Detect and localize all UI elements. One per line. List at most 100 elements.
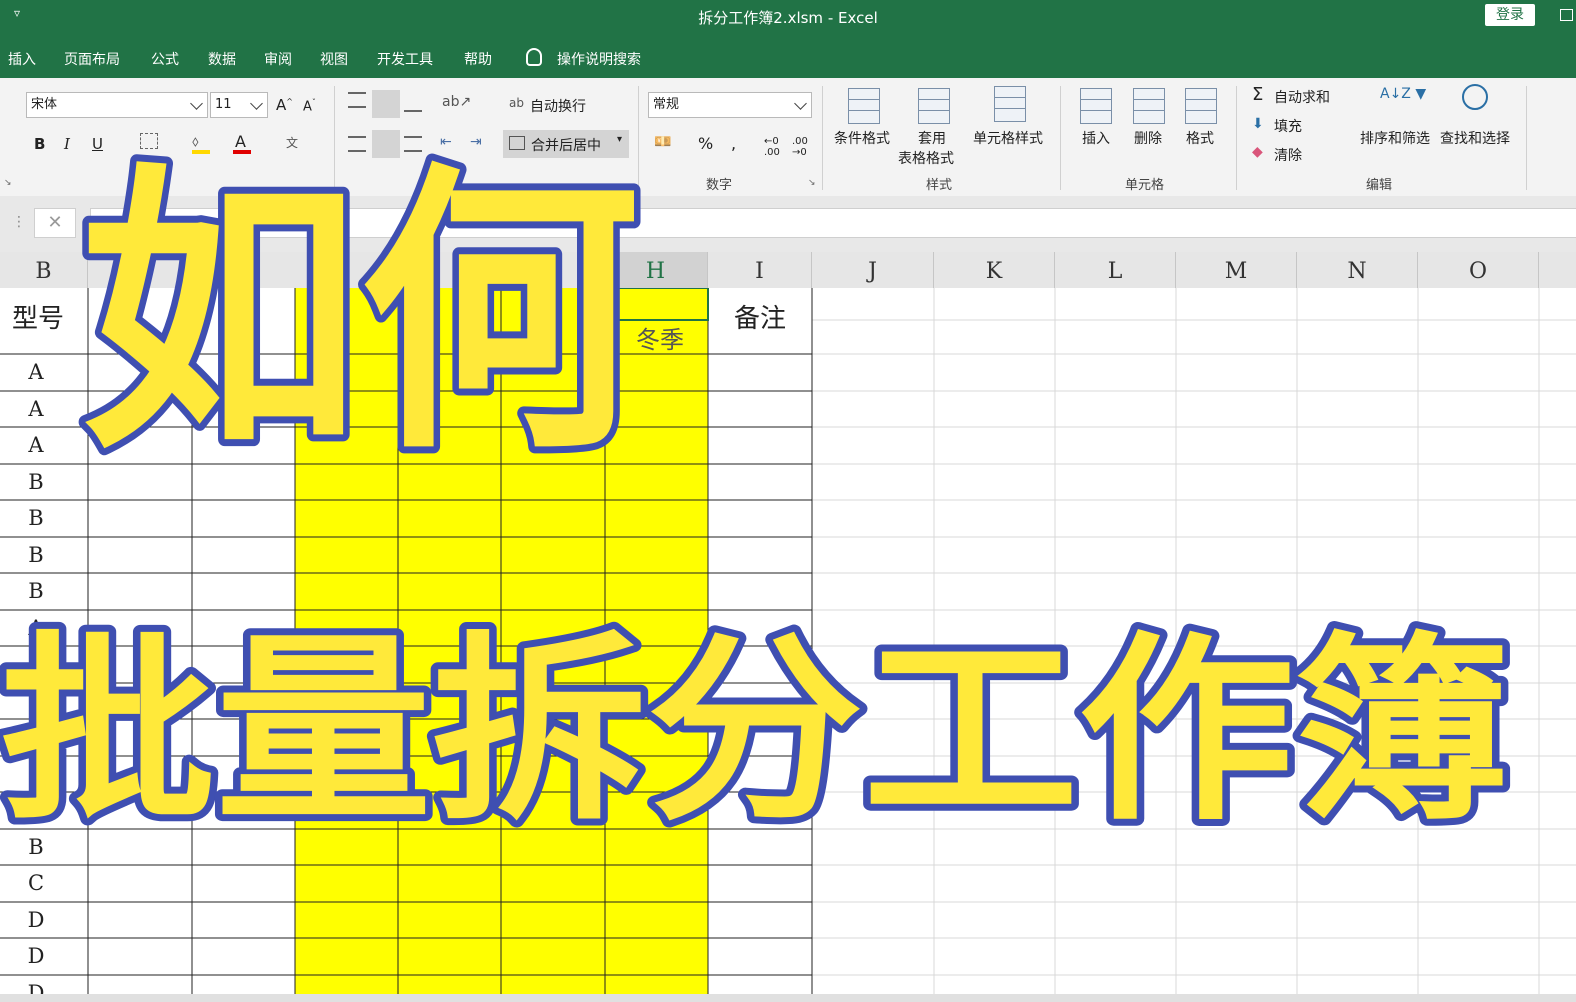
wrap-text-button[interactable]: 自动换行 xyxy=(530,96,586,116)
autosum-icon: Σ xyxy=(1252,84,1264,105)
delete-cells-button[interactable]: 删除 xyxy=(1134,128,1162,148)
column-header-l[interactable]: L xyxy=(1055,252,1176,288)
shrink-font-icon[interactable]: Aˇ xyxy=(303,98,316,114)
cell-gridlines xyxy=(0,288,1576,994)
restore-window-icon[interactable] xyxy=(1560,9,1573,21)
align-middle-icon[interactable] xyxy=(372,90,400,118)
lightbulb-icon xyxy=(526,48,542,66)
find-select-button[interactable]: 查找和选择 xyxy=(1440,128,1510,148)
italic-icon[interactable]: I xyxy=(64,135,70,153)
model-cell[interactable]: D xyxy=(0,908,72,932)
conditional-format-button[interactable]: 条件格式 xyxy=(834,128,890,148)
conditional-format-icon xyxy=(848,88,880,124)
model-cell[interactable]: B xyxy=(0,470,72,494)
format-as-table-button-line1[interactable]: 套用 xyxy=(918,128,946,148)
model-cell[interactable]: D xyxy=(0,981,72,995)
sheet-tabs-bar xyxy=(0,994,1576,1002)
model-cell[interactable]: B xyxy=(0,579,72,603)
model-cell[interactable]: A xyxy=(0,616,72,640)
fill-color-icon[interactable]: ⬨ xyxy=(192,132,199,150)
ribbon-tabs: 插入 页面布局 公式 数据 审阅 视图 开发工具 帮助 操作说明搜索 xyxy=(0,34,1576,78)
header-cell-model[interactable]: 型号 xyxy=(0,298,76,335)
grow-font-icon[interactable]: A^ xyxy=(276,96,293,114)
decrease-indent-icon[interactable]: ⇤ xyxy=(440,134,452,150)
model-cell[interactable]: B xyxy=(0,835,72,859)
tab-insert[interactable]: 插入 xyxy=(8,49,36,69)
column-header-i[interactable]: I xyxy=(708,252,812,288)
header-cell-winter[interactable]: 冬季 xyxy=(620,320,700,355)
underline-icon[interactable]: U xyxy=(92,135,103,153)
model-cell[interactable]: A xyxy=(0,433,72,457)
bold-icon[interactable]: B xyxy=(34,135,45,153)
align-center-icon[interactable] xyxy=(372,130,400,158)
font-size-select[interactable]: 11 xyxy=(210,92,268,118)
font-name-value: 宋体 xyxy=(31,97,58,112)
cancel-entry-button[interactable]: ✕ xyxy=(34,208,76,238)
column-header-b[interactable]: B xyxy=(0,252,88,288)
format-cells-button[interactable]: 格式 xyxy=(1186,128,1214,148)
number-format-select[interactable]: 常规 xyxy=(648,92,812,118)
model-cell[interactable]: B xyxy=(0,506,72,530)
eraser-icon: ◆ xyxy=(1252,144,1263,160)
align-right-icon[interactable] xyxy=(404,136,422,152)
column-header-h[interactable]: H xyxy=(604,252,708,288)
group-label-editing: 编辑 xyxy=(1366,178,1393,193)
tab-page-layout[interactable]: 页面布局 xyxy=(64,49,120,69)
align-bottom-icon[interactable] xyxy=(404,100,422,112)
align-left-icon[interactable] xyxy=(348,136,366,152)
model-cell[interactable]: C xyxy=(0,871,72,895)
column-header-j[interactable]: J xyxy=(812,252,934,288)
tab-formulas[interactable]: 公式 xyxy=(151,49,179,69)
phonetic-icon[interactable]: 文 xyxy=(286,134,298,151)
tab-review[interactable]: 审阅 xyxy=(264,49,292,69)
tell-me-search[interactable]: 操作说明搜索 xyxy=(557,49,641,69)
insert-cells-icon xyxy=(1080,88,1112,124)
accounting-format-icon[interactable]: 💴 xyxy=(654,134,671,150)
decrease-decimal-icon[interactable]: .00 →0 xyxy=(792,136,808,158)
clear-button[interactable]: 清除 xyxy=(1274,145,1302,165)
model-cell[interactable]: A xyxy=(0,360,72,384)
model-cell[interactable]: D xyxy=(0,944,72,968)
column-headers: B H I J K L M N O xyxy=(0,252,1576,289)
format-as-table-button-line2[interactable]: 表格格式 xyxy=(898,148,954,168)
merge-icon xyxy=(509,136,525,150)
sort-filter-button[interactable]: 排序和筛选 xyxy=(1360,128,1430,148)
model-cell[interactable]: A xyxy=(0,397,72,421)
wrap-text-icon: ab xyxy=(509,96,524,110)
cell-styles-button[interactable]: 单元格样式 xyxy=(973,128,1043,148)
orientation-icon[interactable]: ab↗ xyxy=(442,94,471,110)
tab-developer[interactable]: 开发工具 xyxy=(377,49,433,69)
formula-input[interactable] xyxy=(90,208,1576,238)
tab-data[interactable]: 数据 xyxy=(208,49,236,69)
merge-center-button[interactable]: 合并后居中 ▾ xyxy=(503,130,629,158)
fill-down-icon: ⬇ xyxy=(1252,116,1264,132)
column-header-k[interactable]: K xyxy=(934,252,1055,288)
model-cell[interactable]: B xyxy=(0,543,72,567)
model-cell[interactable]: B xyxy=(0,798,72,822)
login-button[interactable]: 登录 xyxy=(1485,4,1535,26)
ribbon: 宋体 11 A^ Aˇ B I U ⬨ A 文 ab↗ ⇤ ⇥ ab 自动换行 … xyxy=(0,78,1576,197)
header-cell-note[interactable]: 备注 xyxy=(716,298,804,335)
font-name-select[interactable]: 宋体 xyxy=(26,92,208,118)
column-header-m[interactable]: M xyxy=(1176,252,1297,288)
insert-cells-button[interactable]: 插入 xyxy=(1082,128,1110,148)
tab-help[interactable]: 帮助 xyxy=(464,49,492,69)
autosum-button[interactable]: 自动求和 xyxy=(1274,87,1330,107)
worksheet-grid[interactable]: 型号 冬季 备注 AAABBBBABBCDDD xyxy=(0,288,1576,994)
increase-indent-icon[interactable]: ⇥ xyxy=(470,134,482,150)
number-format-value: 常规 xyxy=(653,97,680,112)
fill-button[interactable]: 填充 xyxy=(1274,116,1302,136)
borders-icon[interactable] xyxy=(140,133,158,149)
align-top-icon[interactable] xyxy=(348,92,366,108)
percent-icon[interactable]: % xyxy=(698,134,713,153)
column-header-n[interactable]: N xyxy=(1297,252,1418,288)
tab-view[interactable]: 视图 xyxy=(320,49,348,69)
cell-styles-icon xyxy=(994,86,1026,122)
comma-icon[interactable]: , xyxy=(731,134,736,153)
number-dialog-launcher-icon[interactable]: ↘ xyxy=(808,178,816,188)
column-header-o[interactable]: O xyxy=(1418,252,1539,288)
increase-decimal-icon[interactable]: ←0.00 xyxy=(764,136,780,158)
font-dialog-launcher-icon[interactable]: ↘ xyxy=(4,178,12,188)
formula-bar-grip-icon: ⋮ xyxy=(12,214,26,230)
font-color-icon[interactable]: A xyxy=(235,132,246,151)
